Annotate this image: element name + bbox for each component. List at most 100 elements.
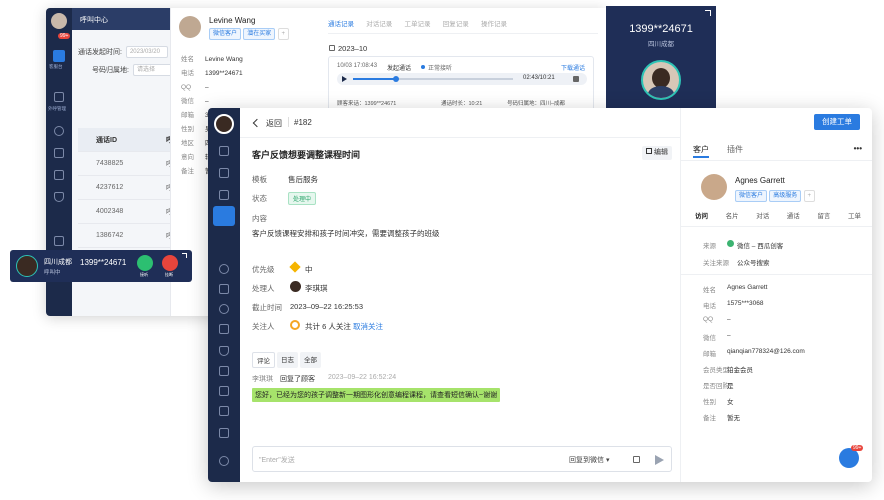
tab-reply-records[interactable]: 回复记录 [443,18,469,28]
status-badge[interactable]: 处理中 [288,192,317,205]
expand-icon[interactable] [633,456,640,463]
field-value: – [727,332,731,339]
more-menu-icon[interactable]: ••• [854,144,862,153]
field-key: 姓名 [181,56,194,63]
content-label: 内容 [252,214,267,223]
tab-log[interactable]: 日志 [277,352,298,368]
refresh-icon[interactable] [219,304,229,314]
tab-call-records[interactable]: 通话记录 [328,18,354,28]
handler-value[interactable]: 李琪琪 [305,283,328,294]
tab-customer[interactable]: 客户 [693,144,709,155]
message-icon[interactable] [219,366,229,376]
divider [681,226,872,227]
action-message[interactable]: 留言 [817,210,830,220]
reply-channel-select[interactable]: 回复到微信 ▾ [569,455,609,465]
settings-icon[interactable] [219,456,229,466]
call-records-panel: 通话记录 对话记录 工单记录 回复记录 操作记录 2023–10 10/03 1… [322,8,606,114]
play-icon[interactable] [342,76,347,82]
user-icon[interactable] [54,126,64,136]
send-icon[interactable] [655,455,664,465]
call-record-card: 10/03 17:08:43 发起通话 正常接听 下载通话 02:43/10:2… [328,56,594,114]
customer-sidebar: 创建工单 客户 插件 ••• Agnes Garrett 微信客户 高级服务 +… [680,108,872,482]
reply-box[interactable]: "Enter"发送 回复到微信 ▾ [252,446,672,472]
download-link[interactable]: 下载通话 [561,63,585,72]
add-tag-button[interactable]: + [803,190,816,202]
calendar-icon[interactable] [54,92,64,102]
shield-icon[interactable] [54,192,64,202]
back-chevron-icon[interactable] [252,118,262,128]
grid-icon[interactable] [219,146,229,156]
priority-value[interactable]: 中 [305,264,313,275]
cell-id: 4237612 [96,184,124,191]
comment-text: 您好，已经为您的孩子调整新一期图形化创意编程课程，请查看短信确认~谢谢 [252,388,501,402]
back-avatar[interactable] [51,13,67,29]
tab-ticket-records[interactable]: 工单记录 [404,18,430,28]
divider [681,274,872,275]
volume-icon[interactable] [573,76,579,82]
priority-label: 优先级 [252,265,275,274]
edit-button[interactable]: 编辑 [642,146,672,160]
action-call[interactable]: 通话 [787,210,800,220]
audio-progress-thumb[interactable] [393,76,399,82]
field-key: 姓名 [703,287,716,294]
list-icon[interactable] [54,170,64,180]
customer-tag: 微信客户 [735,190,768,202]
comment-author: 李琪琪 [252,376,273,383]
field-key: 邮箱 [703,351,716,358]
expand-icon[interactable] [705,10,711,16]
shield-icon[interactable] [219,346,229,356]
chat-icon[interactable] [219,168,229,178]
chart-icon[interactable] [219,324,229,334]
tab-op-records[interactable]: 操作记录 [481,18,507,28]
create-ticket-button[interactable]: 创建工单 [814,114,860,130]
mail-icon[interactable] [219,406,229,416]
audio-player[interactable]: 02:43/10:21 [337,73,587,85]
phone-icon[interactable] [219,190,229,200]
back-link[interactable]: 返回 [266,118,282,129]
chat-icon[interactable] [54,148,64,158]
expand-icon[interactable] [182,253,187,258]
action-card[interactable]: 名片 [726,210,739,220]
record-month: 2023–10 [338,44,368,53]
tab-chat-records[interactable]: 对话记录 [366,18,392,28]
tab-plugins[interactable]: 插件 [727,144,743,155]
link-icon[interactable] [219,284,229,294]
field-key: QQ [703,316,714,323]
audio-progress-fill [353,78,395,80]
filter-time-input[interactable]: 2023/03/20 [125,46,168,59]
ticket-icon[interactable] [213,206,235,226]
agent-avatar[interactable] [214,114,234,134]
tab-comments[interactable]: 评论 [252,352,275,368]
mail-icon[interactable] [54,236,64,246]
phone-icon[interactable] [53,50,65,62]
hangup-call-button[interactable] [162,255,178,271]
field-value: 是 [727,383,734,390]
action-chat[interactable]: 对话 [756,210,769,220]
reply-input[interactable]: "Enter"发送 [259,455,295,465]
action-ticket[interactable]: 工单 [848,210,861,220]
tab-all[interactable]: 全部 [300,352,321,368]
deadline-label: 截止时间 [252,303,282,312]
contact-avatar [179,16,201,38]
deadline-value[interactable]: 2023–09–22 16:25:53 [290,302,363,311]
chevron-down-icon: ▾ [605,457,610,464]
answer-call-button[interactable] [137,255,153,271]
field-key: 备注 [703,415,716,422]
unfollow-link[interactable]: 取消关注 [353,321,383,332]
contact-name: Levine Wang [209,16,256,25]
robot-icon[interactable] [219,386,229,396]
filter-loc-select[interactable]: 请选择 [132,64,175,77]
field-value: – [205,98,209,105]
template-value[interactable]: 售后服务 [288,174,318,185]
action-visit[interactable]: 访问 [695,210,708,220]
field-value: 女 [727,399,734,406]
comment-action: 回复了顾客 [280,376,315,383]
caller-location: 四川成都 [648,41,674,48]
field-value: – [727,316,731,323]
notification-bell-icon[interactable] [839,448,859,468]
answer-label: 接听 [140,272,148,277]
add-tag-button[interactable]: + [277,28,290,40]
calendar-icon[interactable] [219,428,229,438]
caller-number: 1399**24671 [629,23,693,35]
user-icon[interactable] [219,264,229,274]
